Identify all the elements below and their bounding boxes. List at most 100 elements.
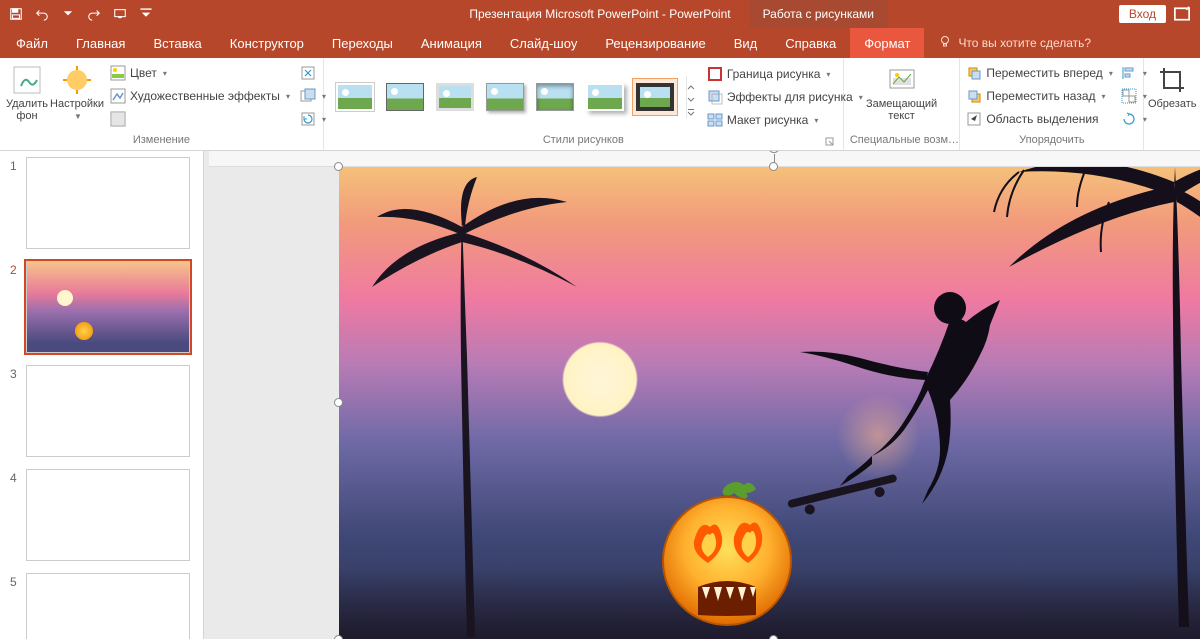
resize-handle-tm[interactable]: [769, 162, 778, 171]
window-title: Презентация Microsoft PowerPoint - Power…: [469, 7, 730, 21]
tab-file[interactable]: Файл: [0, 28, 62, 58]
corrections-button[interactable]: Настройки ▼: [52, 62, 102, 121]
tab-home[interactable]: Главная: [62, 28, 139, 58]
reset-picture-button[interactable]: ▾: [300, 108, 326, 130]
tab-insert[interactable]: Вставка: [139, 28, 215, 58]
style-thumb-7[interactable]: [632, 78, 678, 116]
crop-label: Обрезать: [1148, 98, 1197, 110]
change-picture-button[interactable]: ▾: [300, 85, 326, 107]
slide-thumb-4[interactable]: 4: [0, 463, 203, 567]
slide-thumb-2[interactable]: 2: [0, 255, 203, 359]
resize-handle-bl[interactable]: [334, 635, 343, 639]
quick-access-toolbar: [0, 2, 162, 26]
resize-handle-bm[interactable]: [769, 635, 778, 639]
tab-design[interactable]: Конструктор: [216, 28, 318, 58]
slide-preview: [26, 365, 190, 457]
chevron-down-icon: ▾: [1109, 69, 1113, 78]
lightbulb-icon: [938, 35, 952, 52]
remove-background-button[interactable]: Удалить фон: [6, 62, 48, 122]
style-thumb-6[interactable]: [582, 78, 628, 116]
alt-text-button[interactable]: Замещающий текст: [862, 62, 942, 122]
start-from-beginning-button[interactable]: [108, 2, 132, 26]
chevron-down-icon: [687, 93, 695, 101]
chevron-down-icon: ▼: [74, 112, 82, 121]
undo-button[interactable]: [30, 2, 54, 26]
redo-button[interactable]: [82, 2, 106, 26]
artistic-effects-button[interactable]: Художественные эффекты▾: [110, 85, 290, 107]
resize-handle-tl[interactable]: [334, 162, 343, 171]
bring-forward-label: Переместить вперед: [986, 66, 1102, 80]
tab-animations[interactable]: Анимация: [407, 28, 496, 58]
compress-pictures-button[interactable]: [300, 62, 326, 84]
picture-styles-gallery[interactable]: [330, 76, 680, 118]
sign-in-button[interactable]: Вход: [1119, 5, 1166, 23]
undo-dropdown[interactable]: [56, 2, 80, 26]
selection-pane-button[interactable]: Область выделения: [966, 108, 1113, 130]
bring-forward-button[interactable]: Переместить вперед ▾: [966, 62, 1113, 84]
tab-review[interactable]: Рецензирование: [591, 28, 719, 58]
group-arrange: Переместить вперед ▾ Переместить назад▾ О…: [960, 58, 1144, 150]
selection-pane-label: Область выделения: [986, 112, 1098, 126]
send-backward-button[interactable]: Переместить назад▾: [966, 85, 1113, 107]
corrections-icon: [61, 64, 93, 96]
transparency-icon: [110, 111, 126, 127]
style-thumb-4[interactable]: [482, 78, 528, 116]
ribbon-display-options[interactable]: [1172, 4, 1192, 24]
tell-me-placeholder: Что вы хотите сделать?: [958, 36, 1091, 50]
group-picture-styles: Граница рисунка▾ Эффекты для рисунка▾ Ма…: [324, 58, 844, 150]
align-icon: [1121, 65, 1137, 81]
picture-border-button[interactable]: Граница рисунка▾: [707, 63, 863, 85]
chevron-down-icon: ▾: [286, 92, 290, 101]
group-icon: [1121, 88, 1137, 104]
tell-me-search[interactable]: Что вы хотите сделать?: [924, 28, 1105, 58]
color-button[interactable]: Цвет▾: [110, 62, 290, 84]
style-thumb-3[interactable]: [432, 78, 478, 116]
tab-slideshow[interactable]: Слайд-шоу: [496, 28, 591, 58]
dialog-launcher-icon[interactable]: [825, 137, 835, 147]
gallery-more-button[interactable]: [686, 76, 695, 118]
color-icon: [110, 65, 126, 81]
more-icon: [687, 105, 695, 113]
resize-handle-ml[interactable]: [334, 398, 343, 407]
artistic-effects-icon: [110, 88, 126, 104]
style-thumb-1[interactable]: [332, 78, 378, 116]
rotate-button[interactable]: ▾: [1121, 108, 1147, 130]
slide-preview: [26, 157, 190, 249]
slide-canvas[interactable]: [209, 151, 1200, 639]
slide-thumb-3[interactable]: 3: [0, 359, 203, 463]
tab-help[interactable]: Справка: [771, 28, 850, 58]
qat-customize-button[interactable]: [134, 2, 158, 26]
alt-text-label: Замещающий текст: [866, 98, 937, 122]
tab-transitions[interactable]: Переходы: [318, 28, 407, 58]
slide-number: 5: [10, 573, 20, 589]
remove-background-label: Удалить фон: [6, 98, 48, 122]
selected-picture[interactable]: [339, 167, 1200, 639]
alt-text-icon: [886, 64, 918, 96]
slide-number: 1: [10, 157, 20, 173]
slide-thumb-5[interactable]: 5: [0, 567, 203, 639]
group-adjust-label: Изменение: [6, 132, 317, 150]
color-label: Цвет: [130, 66, 157, 80]
group-accessibility-label: Специальные возм…: [850, 132, 954, 150]
style-thumb-2[interactable]: [382, 78, 428, 116]
picture-effects-button[interactable]: Эффекты для рисунка▾: [707, 86, 863, 108]
tab-picture-format[interactable]: Формат: [850, 28, 924, 58]
reset-picture-icon: [300, 111, 316, 127]
contextual-tab-header: Работа с рисунками: [749, 0, 888, 28]
selection-pane-icon: [966, 111, 982, 127]
transparency-button[interactable]: [110, 108, 290, 130]
slide-thumbnail-pane[interactable]: 1 2 3 4 5: [0, 151, 204, 639]
crop-button[interactable]: Обрезать: [1149, 62, 1195, 110]
picture-layout-button[interactable]: Макет рисунка▾: [707, 109, 863, 131]
align-button[interactable]: ▾: [1121, 62, 1147, 84]
ribbon: Удалить фон Настройки ▼ Цвет▾ Художестве…: [0, 58, 1200, 151]
chevron-down-icon: ▾: [1102, 92, 1106, 101]
picture-layout-icon: [707, 112, 723, 128]
style-thumb-5[interactable]: [532, 78, 578, 116]
rotate-icon: [1121, 111, 1137, 127]
slide-thumb-1[interactable]: 1: [0, 151, 203, 255]
group-objects-button[interactable]: ▾: [1121, 85, 1147, 107]
save-button[interactable]: [4, 2, 28, 26]
picture-effects-label: Эффекты для рисунка: [727, 90, 853, 104]
tab-view[interactable]: Вид: [720, 28, 772, 58]
